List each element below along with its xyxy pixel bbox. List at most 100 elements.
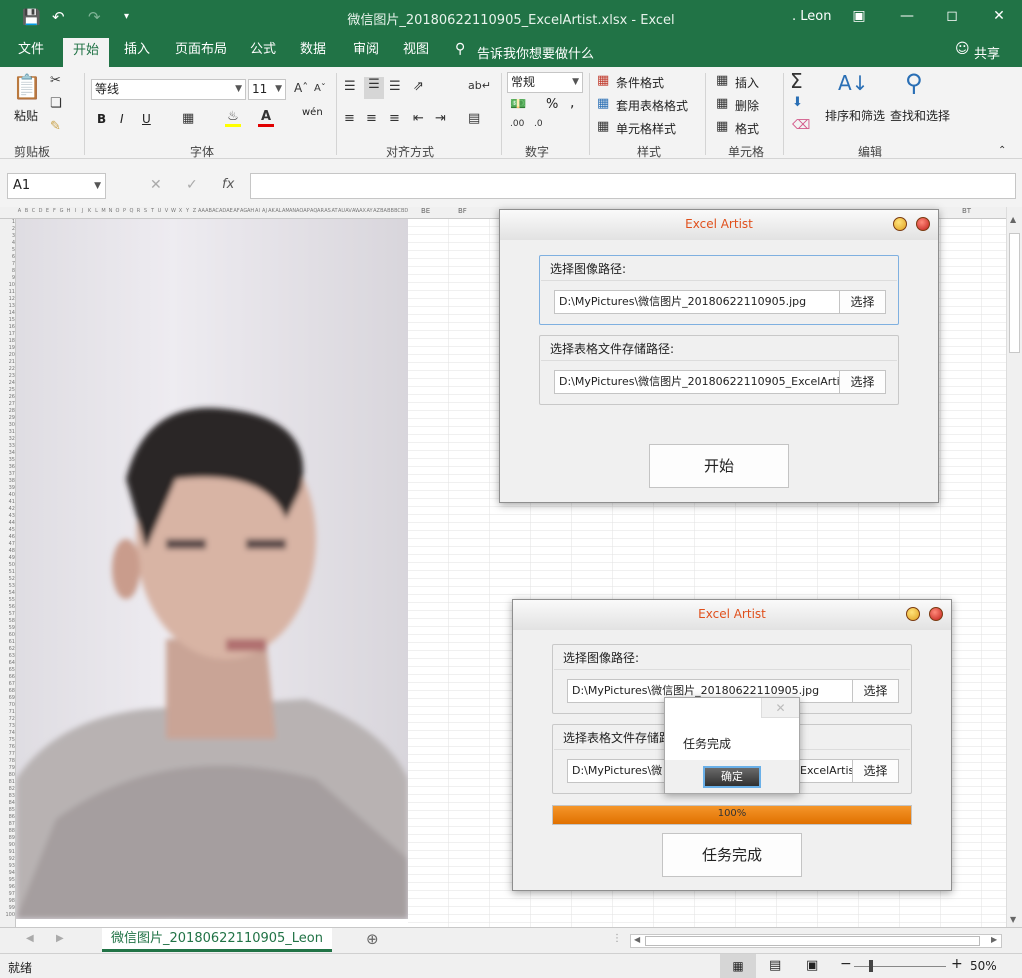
delete-cells-button[interactable]: 删除 [735,97,759,114]
tab-review[interactable]: 审阅 [343,35,389,67]
scroll-thumb[interactable] [1009,233,1020,353]
format-painter-icon[interactable]: ✎ [50,119,61,134]
column-header[interactable]: AC [212,208,219,214]
column-header[interactable]: BE [421,207,430,215]
column-header[interactable]: AT [331,208,338,214]
row-header[interactable]: 60 [1,632,15,638]
column-header[interactable]: AY [366,208,373,214]
row-header[interactable]: 15 [1,317,15,323]
conditional-format-button[interactable]: 条件格式 [616,74,664,91]
align-right-icon[interactable]: ≡ [389,111,400,126]
align-left-icon[interactable]: ≡ [344,111,355,126]
fill-icon[interactable]: ⬇ [792,95,803,110]
choose-image-button[interactable]: 选择 [839,290,886,314]
comma-button[interactable]: , [570,95,574,111]
tab-page-layout[interactable]: 页面布局 [165,35,237,67]
tab-home[interactable]: 开始 [63,38,110,67]
align-bottom-icon[interactable]: ☰ [389,79,401,94]
row-header[interactable]: 46 [1,534,15,540]
row-header[interactable]: 94 [1,870,15,876]
row-header[interactable]: 43 [1,513,15,519]
choose-image-button[interactable]: 选择 [852,679,899,703]
row-header[interactable]: 16 [1,324,15,330]
column-header[interactable]: Z [191,208,198,214]
page-layout-view-icon[interactable]: ▤ [769,958,781,973]
bold-button[interactable]: B [97,112,106,126]
column-header[interactable]: M [100,208,107,214]
column-header[interactable]: Q [128,208,135,214]
paste-button[interactable]: 粘贴 [14,107,38,124]
row-header[interactable]: 37 [1,471,15,477]
fill-color-icon[interactable]: ♨ [225,109,241,127]
column-header[interactable]: AV [345,208,352,214]
tell-me-box[interactable]: 告诉我你想要做什么 [477,43,594,62]
choose-sheet-button[interactable]: 选择 [852,759,899,783]
zoom-in-button[interactable]: + [951,956,963,972]
column-header[interactable]: H [65,208,72,214]
align-top-icon[interactable]: ☰ [344,79,356,94]
scroll-down-icon[interactable]: ▼ [1010,915,1016,924]
row-header[interactable]: 4 [1,240,15,246]
row-header[interactable]: 85 [1,807,15,813]
row-header[interactable]: 42 [1,506,15,512]
row-header[interactable]: 66 [1,674,15,680]
underline-button[interactable]: U [142,112,151,126]
column-header[interactable]: AA [198,208,205,214]
insert-cells-button[interactable]: 插入 [735,74,759,91]
scroll-up-icon[interactable]: ▲ [1010,215,1016,224]
row-header[interactable]: 88 [1,828,15,834]
row-header[interactable]: 17 [1,331,15,337]
row-header[interactable]: 98 [1,898,15,904]
clear-icon[interactable]: ⌫ [792,118,810,133]
cell-styles-button[interactable]: 单元格样式 [616,120,676,137]
column-header[interactable]: AW [352,208,359,214]
row-header[interactable]: 12 [1,296,15,302]
row-header[interactable]: 93 [1,863,15,869]
row-header[interactable]: 61 [1,639,15,645]
find-select-button[interactable]: 查找和选择 [890,107,950,124]
row-header[interactable]: 74 [1,730,15,736]
column-header[interactable]: AJ [261,208,268,214]
column-header[interactable]: AP [303,208,310,214]
row-header[interactable]: 79 [1,765,15,771]
cut-icon[interactable]: ✂ [50,73,61,88]
shrink-font-icon[interactable]: Aˇ [314,83,326,94]
start-button[interactable]: 开始 [649,444,789,488]
column-header[interactable]: S [142,208,149,214]
row-header[interactable]: 30 [1,422,15,428]
column-header[interactable]: AQ [310,208,317,214]
column-header[interactable]: U [156,208,163,214]
column-header[interactable]: P [121,208,128,214]
row-header[interactable]: 53 [1,583,15,589]
column-header[interactable]: O [114,208,121,214]
column-header[interactable]: AO [296,208,303,214]
merge-center-icon[interactable]: ▤ [468,111,480,126]
sort-filter-button[interactable]: 排序和筛选 [825,107,885,124]
row-header[interactable]: 84 [1,800,15,806]
column-header[interactable]: I [72,208,79,214]
column-header[interactable]: AH [247,208,254,214]
row-header[interactable]: 68 [1,688,15,694]
choose-sheet-button[interactable]: 选择 [839,370,886,394]
row-header[interactable]: 3 [1,233,15,239]
paste-icon[interactable]: 📋 [12,73,42,103]
border-icon[interactable]: ▦ [182,111,194,126]
row-header[interactable]: 65 [1,667,15,673]
row-header[interactable]: 21 [1,359,15,365]
row-header[interactable]: 6 [1,254,15,260]
column-header[interactable]: AI [254,208,261,214]
ok-button[interactable]: 确定 [703,766,761,788]
row-header[interactable]: 44 [1,520,15,526]
column-header[interactable]: AZ [373,208,380,214]
scroll-left-icon[interactable]: ◀ [634,935,640,944]
column-header[interactable]: AR [317,208,324,214]
autosum-icon[interactable]: Σ [790,69,803,93]
italic-button[interactable]: I [120,112,124,126]
percent-button[interactable]: % [546,97,558,112]
row-header[interactable]: 28 [1,408,15,414]
column-header[interactable]: X [177,208,184,214]
row-header[interactable]: 77 [1,751,15,757]
row-header[interactable]: 54 [1,590,15,596]
scroll-right-icon[interactable]: ▶ [991,935,997,944]
row-header[interactable]: 1 [1,219,15,225]
